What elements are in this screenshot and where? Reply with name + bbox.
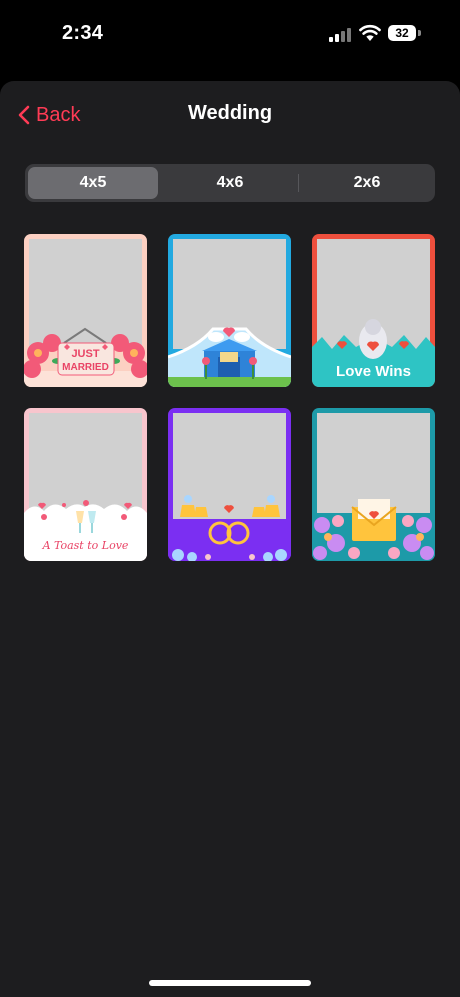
frame-card-love-wins[interactable]: Love Wins — [312, 234, 435, 387]
frame-card-love-letter[interactable] — [312, 408, 435, 561]
battery-icon: 32 — [388, 25, 422, 43]
envelope-flowers-decoration — [312, 499, 435, 561]
status-time: 2:34 — [62, 22, 104, 44]
sign-text-line1: JUST — [71, 348, 100, 360]
cellular-signal-icon — [329, 28, 353, 42]
frame-card-golden-rings[interactable] — [168, 408, 291, 561]
chapel-doves-decoration — [168, 327, 291, 387]
rings-bells-decoration — [168, 495, 291, 561]
tab-4x5[interactable]: 4x5 — [28, 167, 158, 199]
frame-card-wedding-chapel[interactable] — [168, 234, 291, 387]
home-indicator — [149, 980, 311, 986]
size-segmented-control: 4x5 4x6 2x6 — [25, 164, 435, 202]
sign-text-line2: MARRIED — [62, 362, 109, 373]
frame-caption: A Toast to Love — [42, 539, 129, 552]
frame-caption: Love Wins — [336, 363, 411, 380]
page-title: Wedding — [187, 102, 273, 124]
battery-level: 32 — [388, 25, 416, 41]
tab-4x6[interactable]: 4x6 — [165, 167, 295, 199]
wifi-icon — [359, 24, 381, 41]
frame-card-a-toast-to-love[interactable]: A Toast to Love — [24, 408, 147, 561]
frame-card-just-married[interactable]: JUST MARRIED — [24, 234, 147, 387]
status-bar: 2:34 32 — [0, 0, 460, 70]
tab-2x6[interactable]: 2x6 — [302, 167, 432, 199]
